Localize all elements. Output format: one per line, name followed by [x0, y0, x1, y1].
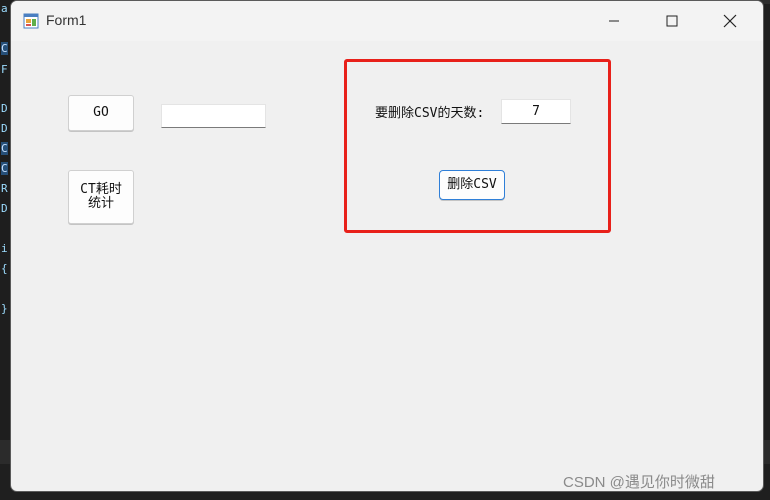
days-to-delete-label: 要删除CSV的天数:: [375, 106, 485, 121]
maximize-icon: [666, 15, 678, 27]
editor-glyph: }: [1, 302, 8, 315]
days-input[interactable]: 7: [501, 99, 571, 124]
editor-glyph: D: [1, 122, 8, 135]
window-title: Form1: [46, 12, 87, 28]
editor-glyph: D: [1, 102, 8, 115]
go-button[interactable]: GO: [68, 95, 134, 131]
close-button[interactable]: [701, 1, 759, 41]
minimize-button[interactable]: [585, 1, 643, 41]
editor-glyph: C: [1, 142, 8, 155]
close-icon: [723, 14, 737, 28]
editor-glyph: R: [1, 182, 8, 195]
go-result-textbox[interactable]: [161, 104, 266, 128]
editor-glyph: C: [1, 42, 8, 55]
editor-glyph: D: [1, 202, 8, 215]
ct-time-stats-button[interactable]: CT耗时 统计: [68, 170, 134, 224]
delete-csv-button[interactable]: 删除CSV: [439, 170, 505, 200]
editor-glyph: {: [1, 262, 8, 275]
editor-glyph: a: [1, 2, 8, 15]
form-window: Form1 GO CT耗时 统计 要删除CSV的天数: 7 删除CSV: [10, 0, 764, 492]
maximize-button[interactable]: [643, 1, 701, 41]
editor-glyph: C: [1, 162, 8, 175]
title-bar[interactable]: Form1: [11, 1, 763, 41]
watermark-text: CSDN @遇见你时微甜: [563, 474, 715, 491]
highlight-annotation-box: [344, 59, 611, 233]
editor-glyph: F: [1, 63, 8, 76]
minimize-icon: [609, 20, 619, 22]
form-app-icon: [23, 13, 39, 29]
editor-glyph: i: [1, 242, 8, 255]
